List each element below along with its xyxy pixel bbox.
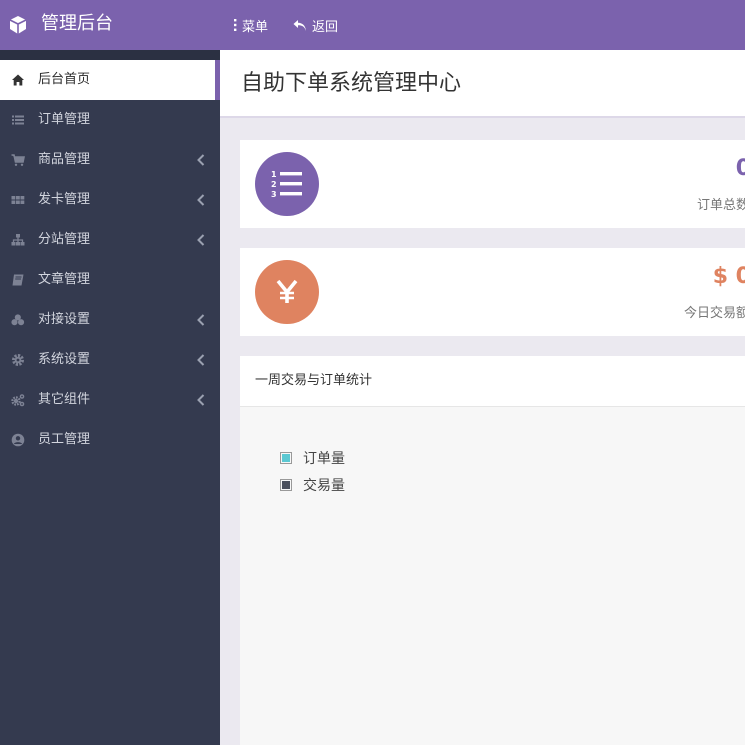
sidebar-top-strip [0, 50, 220, 60]
svg-text:1: 1 [271, 170, 277, 179]
list-icon [12, 115, 24, 125]
reply-icon [293, 19, 306, 31]
sidebar: 后台首页 订单管理 商品管理 发卡管理 分站管理 文章管理 对接设置 系统设置 … [0, 50, 220, 745]
brand[interactable]: 管理后台 [0, 0, 220, 50]
grid-icon [11, 196, 25, 204]
top-bar: 管理后台 菜单 返回 [0, 0, 745, 50]
weekly-stats-panel: 一周交易与订单统计 订单量 交易量 [240, 356, 745, 745]
chevron-left-icon [197, 354, 205, 366]
gears-icon [11, 394, 25, 407]
sidebar-item-staff[interactable]: 员工管理 [0, 420, 220, 460]
sidebar-item-label: 系统设置 [38, 352, 91, 367]
sidebar-item-articles[interactable]: 文章管理 [0, 260, 220, 300]
sidebar-item-label: 对接设置 [38, 312, 91, 327]
content-header: 自助下单系统管理中心 [220, 50, 745, 118]
chevron-left-icon [197, 394, 205, 406]
sidebar-item-label: 商品管理 [38, 152, 91, 167]
back-button[interactable]: 返回 [293, 15, 338, 35]
yen-icon [276, 279, 298, 303]
legend-swatch [280, 451, 292, 464]
panel-title: 一周交易与订单统计 [255, 373, 373, 388]
sidebar-item-label: 分站管理 [38, 232, 91, 247]
stat-icon-circle: 1 2 3 [255, 152, 319, 216]
book-icon [12, 274, 24, 286]
sidebar-item-label: 其它组件 [38, 392, 91, 407]
sidebar-item-products[interactable]: 商品管理 [0, 140, 220, 180]
sidebar-item-label: 文章管理 [38, 272, 91, 287]
brand-title: 管理后台 [41, 13, 113, 34]
chevron-left-icon [197, 154, 205, 166]
menu-button[interactable]: 菜单 [233, 15, 268, 35]
legend-item-orders[interactable]: 订单量 [280, 444, 345, 471]
sidebar-item-substations[interactable]: 分站管理 [0, 220, 220, 260]
sidebar-item-cards[interactable]: 发卡管理 [0, 180, 220, 220]
svg-text:3: 3 [271, 190, 277, 199]
sitemap-icon [11, 234, 25, 246]
page-title: 自助下单系统管理中心 [241, 71, 462, 96]
legend-label: 订单量 [303, 450, 345, 467]
sidebar-item-other-components[interactable]: 其它组件 [0, 380, 220, 420]
sidebar-item-system-settings[interactable]: 系统设置 [0, 340, 220, 380]
chart-legend: 订单量 交易量 [280, 444, 345, 498]
panel-header: 一周交易与订单统计 [240, 356, 745, 407]
legend-label: 交易量 [303, 477, 345, 494]
user-circle-icon [11, 433, 25, 447]
stat-label: 今日交易额 [683, 306, 745, 321]
sidebar-item-orders[interactable]: 订单管理 [0, 100, 220, 140]
stat-value: $ 0 [712, 264, 745, 289]
stat-icon-circle [255, 260, 319, 324]
legend-item-volume[interactable]: 交易量 [280, 471, 345, 498]
cubes-icon [11, 314, 25, 326]
home-icon [12, 74, 24, 86]
menu-label: 菜单 [242, 19, 269, 35]
sidebar-item-label: 后台首页 [38, 72, 91, 87]
svg-text:2: 2 [271, 180, 277, 189]
stat-value: 0 [735, 156, 745, 181]
stat-card-orders: 1 2 3 0 订单总数 [240, 140, 745, 228]
chevron-left-icon [197, 194, 205, 206]
sidebar-item-integration[interactable]: 对接设置 [0, 300, 220, 340]
chevron-left-icon [197, 234, 205, 246]
legend-swatch [280, 478, 292, 491]
cube-icon [9, 16, 27, 34]
chevron-left-icon [197, 314, 205, 326]
cart-icon [11, 154, 25, 166]
sidebar-item-label: 员工管理 [38, 432, 91, 447]
sidebar-item-label: 订单管理 [38, 112, 91, 127]
stat-label: 订单总数 [696, 198, 745, 213]
ordered-list-icon: 1 2 3 [271, 170, 302, 199]
sidebar-nav: 后台首页 订单管理 商品管理 发卡管理 分站管理 文章管理 对接设置 系统设置 … [0, 60, 220, 460]
sidebar-item-label: 发卡管理 [38, 192, 91, 207]
back-label: 返回 [312, 19, 339, 35]
stat-card-today-revenue: $ 0 今日交易额 [240, 248, 745, 336]
sidebar-item-home[interactable]: 后台首页 [0, 60, 220, 100]
gear-icon [12, 354, 24, 366]
ellipsis-vertical-icon [234, 19, 237, 31]
